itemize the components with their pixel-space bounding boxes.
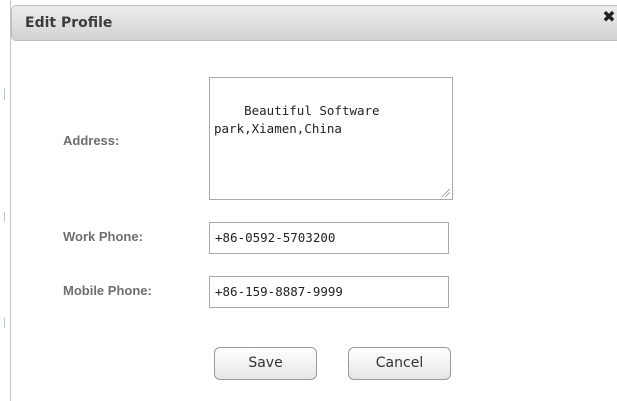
page-edge [0,0,10,401]
address-field[interactable]: Beautiful Software park,Xiamen,China [209,77,453,200]
mobile-phone-label: Mobile Phone: [63,283,152,298]
cancel-button[interactable]: Cancel [348,347,451,380]
edge-mark [4,318,5,328]
address-label: Address: [63,133,120,148]
dialog-title: Edit Profile [25,15,113,31]
dialog-titlebar[interactable]: Edit Profile [11,5,617,41]
mobile-phone-field[interactable]: +86-159-8887-9999 [209,276,449,308]
close-icon[interactable]: ✖ [600,7,617,27]
address-value: Beautiful Software park,Xiamen,China [214,103,380,136]
mobile-phone-value: +86-159-8887-9999 [215,284,343,299]
edge-mark [4,212,5,222]
save-button[interactable]: Save [214,347,317,380]
resize-grip-icon[interactable] [442,189,450,197]
work-phone-label: Work Phone: [63,229,143,244]
work-phone-field[interactable]: +86-0592-5703200 [209,222,449,254]
edge-mark [4,88,5,100]
work-phone-value: +86-0592-5703200 [215,230,336,245]
edit-profile-dialog: Edit Profile ✖ Address: Beautiful Softwa… [10,0,617,401]
